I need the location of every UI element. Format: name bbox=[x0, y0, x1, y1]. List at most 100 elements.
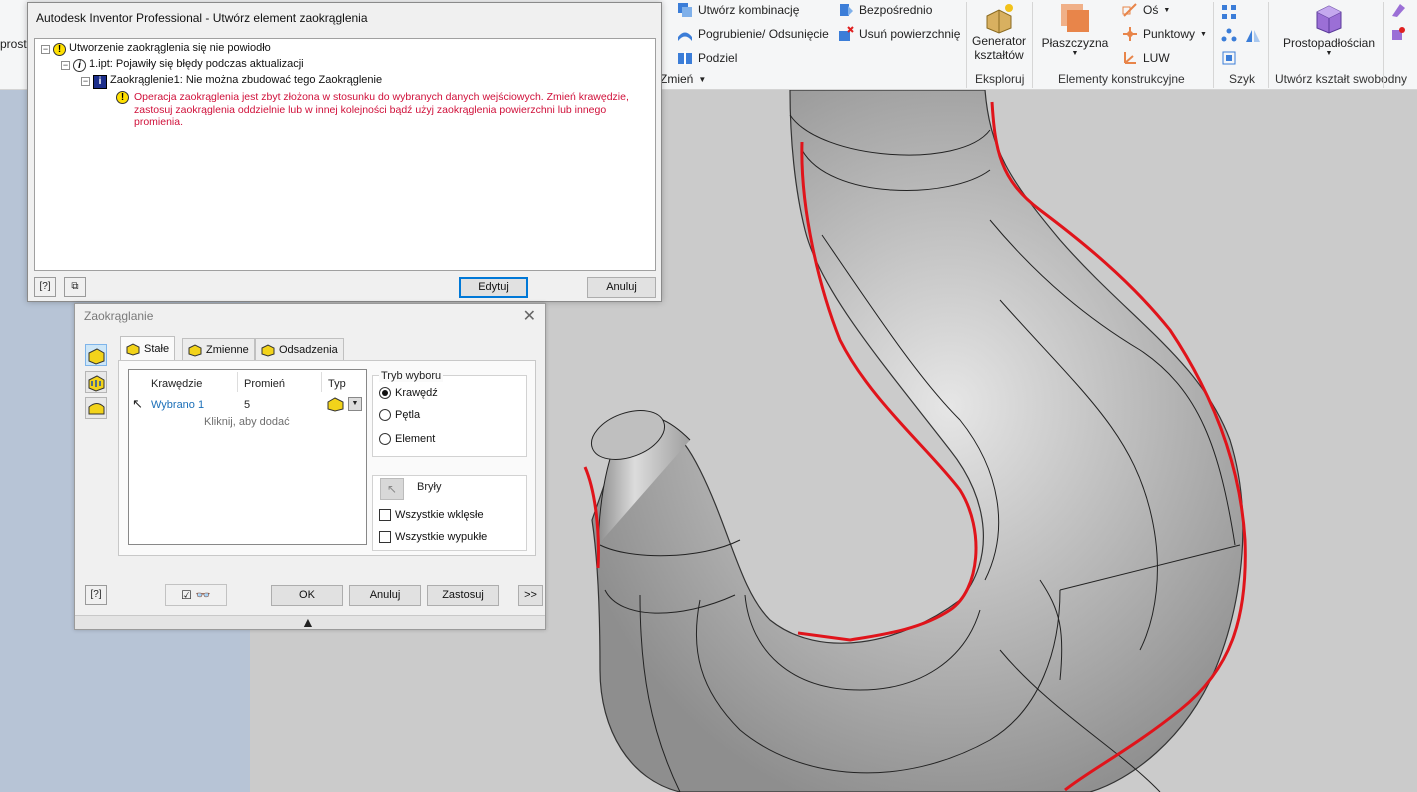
tab-constant[interactable]: Stałe bbox=[120, 336, 176, 361]
tab-panel-constant: Krawędzie Promień Typ ↖ Wybrano 1 5 ▼ Kl… bbox=[118, 360, 536, 556]
chevron-down-icon: ▼ bbox=[698, 74, 707, 84]
thicken-offset-button[interactable]: Pogrubienie/ Odsunięcie bbox=[677, 26, 829, 42]
edges-selected-link[interactable]: Wybrano 1 bbox=[151, 399, 204, 411]
freeform-convert-icon[interactable] bbox=[1390, 26, 1406, 42]
error-message: Operacja zaokrąglenia jest zbyt złożona … bbox=[134, 91, 629, 128]
checkbox-checked-icon: ☑ bbox=[181, 588, 192, 602]
radio-loop[interactable]: Pętla bbox=[379, 409, 420, 421]
copy-icon: ⧉ bbox=[71, 281, 79, 292]
help-button[interactable]: [?] bbox=[34, 277, 56, 297]
collapse-icon[interactable]: − bbox=[61, 61, 70, 70]
more-options-button[interactable]: >> bbox=[518, 585, 543, 606]
chevron-down-icon: ▼ bbox=[1071, 50, 1079, 57]
shape-generator-button[interactable]: Generator kształtów bbox=[970, 2, 1028, 68]
cancel-button[interactable]: Anuluj bbox=[587, 277, 656, 298]
group-work-features-label: Elementy konstrukcyjne bbox=[1058, 72, 1185, 86]
fillet-constant-icon bbox=[126, 343, 140, 356]
chevron-down-icon: ▼ bbox=[1163, 6, 1171, 14]
radio-feature[interactable]: Element bbox=[379, 433, 435, 445]
chevron-down-icon: ▼ bbox=[1325, 50, 1333, 57]
thicken-icon bbox=[677, 26, 693, 42]
plane-icon bbox=[1059, 2, 1091, 34]
freeform-edit-icon[interactable] bbox=[1390, 2, 1406, 18]
column-header-radius: Promień bbox=[244, 378, 285, 390]
axis-button[interactable]: Oś ▼ bbox=[1122, 2, 1170, 18]
dialog-expand-bar[interactable]: ▲ bbox=[75, 615, 545, 629]
direct-edit-label: Bezpośrednio bbox=[859, 3, 933, 17]
delete-face-button[interactable]: Usuń powierzchnię bbox=[838, 26, 960, 42]
info-icon: i bbox=[73, 59, 86, 72]
apply-button[interactable]: Zastosuj bbox=[427, 585, 499, 606]
box-label: Prostopadłościan bbox=[1282, 36, 1376, 50]
radio-edge[interactable]: Krawędź bbox=[379, 387, 438, 399]
edge-table: Krawędzie Promień Typ ↖ Wybrano 1 5 ▼ Kl… bbox=[128, 369, 367, 545]
all-concave-checkbox[interactable]: Wszystkie wklęsłe bbox=[379, 509, 484, 521]
modify-dropdown[interactable]: Zmień ▼ bbox=[660, 72, 706, 86]
circular-pattern-icon[interactable] bbox=[1221, 28, 1237, 44]
delete-face-label: Usuń powierzchnię bbox=[859, 27, 961, 41]
tree-row[interactable]: − i Zaokrąglenie1: Nie można zbudować te… bbox=[81, 74, 382, 89]
ucs-button[interactable]: LUW bbox=[1122, 50, 1170, 66]
glasses-icon: 👓 bbox=[195, 588, 211, 602]
point-icon bbox=[1122, 26, 1138, 42]
checkbox-indicator bbox=[379, 531, 391, 543]
cancel-button[interactable]: Anuluj bbox=[349, 585, 421, 606]
mirror-icon[interactable] bbox=[1245, 28, 1261, 44]
point-button[interactable]: Punktowy ▼ bbox=[1122, 26, 1207, 42]
tree-row[interactable]: ! bbox=[116, 90, 129, 104]
ribbon-separator bbox=[1032, 2, 1033, 88]
selection-mode-group: Tryb wyboru Krawędź Pętla Element bbox=[372, 370, 527, 457]
fillet-face-icon bbox=[88, 375, 105, 392]
combine-icon bbox=[677, 2, 693, 18]
edit-button[interactable]: Edytuj bbox=[459, 277, 528, 298]
shape-generator-icon bbox=[983, 2, 1015, 34]
fillet-type-icon[interactable] bbox=[327, 396, 345, 415]
solids-select-button[interactable]: ↖ bbox=[380, 478, 404, 500]
create-combination-button[interactable]: Utwórz kombinację bbox=[677, 2, 799, 18]
direct-edit-button[interactable]: Bezpośrednio bbox=[838, 2, 932, 18]
radio-indicator bbox=[379, 433, 391, 445]
checkbox-indicator bbox=[379, 509, 391, 521]
collapse-icon[interactable]: − bbox=[41, 45, 50, 54]
fillet-full-round-button[interactable] bbox=[85, 397, 107, 419]
help-button[interactable]: [?] bbox=[85, 585, 107, 605]
all-convex-checkbox[interactable]: Wszystkie wypukłe bbox=[379, 531, 487, 543]
preview-toggle[interactable]: ☑ 👓 bbox=[165, 584, 227, 606]
copy-button[interactable]: ⧉ bbox=[64, 277, 86, 297]
radio-edge-label: Krawędź bbox=[395, 387, 438, 399]
tree-row[interactable]: − i 1.ipt: Pojawiły się błędy podczas ak… bbox=[61, 58, 304, 72]
tab-setbacks[interactable]: Odsadzenia bbox=[255, 338, 344, 360]
radio-loop-label: Pętla bbox=[395, 409, 421, 421]
warning-icon: ! bbox=[53, 43, 66, 56]
solids-label: Bryły bbox=[417, 481, 442, 493]
direct-edit-icon bbox=[838, 2, 854, 18]
close-icon[interactable]: ✕ bbox=[523, 306, 536, 326]
tree-row[interactable]: − ! Utworzenie zaokrąglenia się nie powi… bbox=[41, 42, 271, 56]
box-freeform-button[interactable]: Prostopadłościan ▼ bbox=[1276, 2, 1382, 68]
ribbon-separator bbox=[1268, 2, 1269, 88]
group-pattern-label: Szyk bbox=[1229, 72, 1256, 86]
collapse-icon[interactable]: − bbox=[81, 77, 90, 86]
plane-button[interactable]: Płaszczyzna ▼ bbox=[1040, 2, 1110, 68]
fillet-face-mode-button[interactable] bbox=[85, 371, 107, 393]
split-button[interactable]: Podziel bbox=[677, 50, 737, 66]
tree-row-label: Zaokrąglenie1: Nie można zbudować tego Z… bbox=[110, 74, 383, 86]
ok-button[interactable]: OK bbox=[271, 585, 343, 606]
group-freeform-label: Utwórz kształt swobodny bbox=[1275, 72, 1408, 86]
click-to-add-hint[interactable]: Kliknij, aby dodać bbox=[204, 416, 290, 428]
type-dropdown-button[interactable]: ▼ bbox=[348, 397, 362, 411]
cursor-arrow-icon: ↖ bbox=[386, 482, 398, 496]
fillet-edge-mode-button[interactable] bbox=[85, 344, 107, 366]
delete-face-icon bbox=[838, 26, 854, 42]
expand-triangle-icon[interactable]: ▲ bbox=[301, 615, 315, 629]
radius-value[interactable]: 5 bbox=[244, 399, 250, 411]
radio-indicator bbox=[379, 409, 391, 421]
plane-label: Płaszczyzna bbox=[1041, 36, 1109, 50]
rectangular-pattern-icon[interactable] bbox=[1221, 4, 1237, 20]
sketch-pattern-icon[interactable] bbox=[1221, 50, 1237, 66]
column-divider bbox=[321, 372, 322, 392]
error-dialog-title: Autodesk Inventor Professional - Utwórz … bbox=[36, 11, 368, 25]
tab-variable[interactable]: Zmienne bbox=[182, 338, 255, 360]
ribbon-separator bbox=[1383, 2, 1384, 88]
thicken-offset-label: Pogrubienie/ Odsunięcie bbox=[698, 27, 829, 41]
